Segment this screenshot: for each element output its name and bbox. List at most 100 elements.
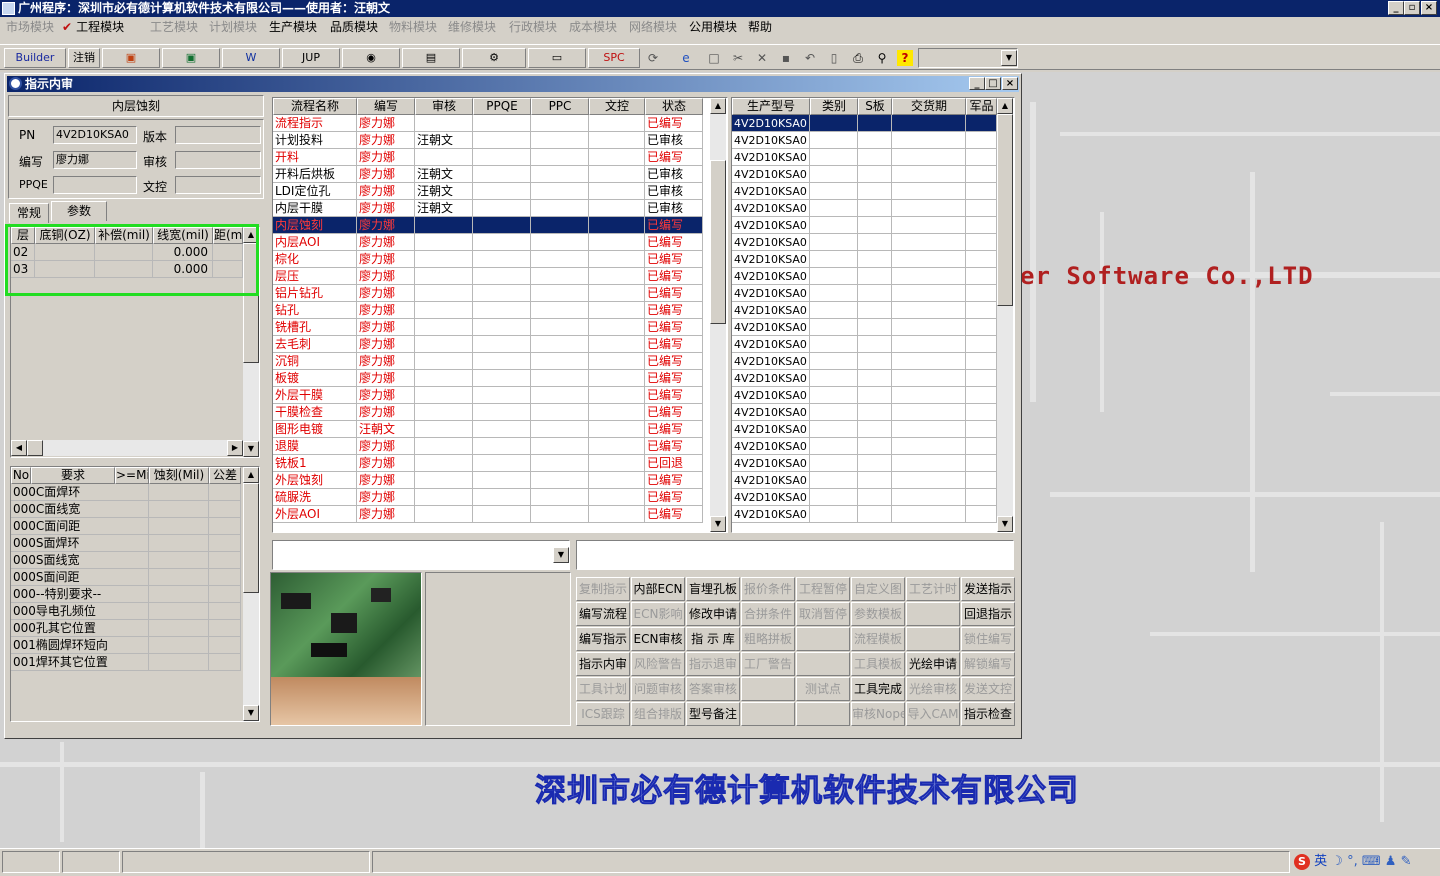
- process-cell[interactable]: 已编写: [645, 387, 703, 404]
- model-cell[interactable]: [892, 319, 966, 336]
- writer-field[interactable]: 廖力娜: [53, 151, 137, 169]
- moon-icon[interactable]: ☽: [1331, 854, 1343, 869]
- model-row[interactable]: 4V2D10KSA0: [732, 132, 997, 149]
- grid-header[interactable]: 军品: [966, 98, 997, 115]
- model-row[interactable]: 4V2D10KSA0: [732, 183, 997, 200]
- process-vscroll[interactable]: ▲ ▼: [710, 98, 726, 532]
- model-cell[interactable]: [892, 302, 966, 319]
- action-button[interactable]: 答案审核: [686, 677, 740, 701]
- process-cell[interactable]: 外层AOI: [273, 506, 357, 523]
- process-cell[interactable]: 计划投料: [273, 132, 357, 149]
- window-minimize-button[interactable]: _: [969, 77, 985, 90]
- model-cell[interactable]: [892, 166, 966, 183]
- requirement-cell[interactable]: [115, 484, 149, 501]
- requirement-cell[interactable]: [209, 620, 241, 637]
- process-cell[interactable]: [589, 421, 645, 438]
- scroll-down-icon[interactable]: ▼: [710, 516, 726, 532]
- model-cell[interactable]: [858, 166, 892, 183]
- process-row[interactable]: 内层蚀刻 廖力娜 已编写: [273, 217, 710, 234]
- model-cell[interactable]: 4V2D10KSA0: [732, 489, 810, 506]
- grid-header[interactable]: 审核: [415, 98, 473, 115]
- requirement-cell[interactable]: [209, 569, 241, 586]
- process-cell[interactable]: 板镀: [273, 370, 357, 387]
- scroll-down-icon[interactable]: ▼: [243, 441, 259, 457]
- process-cell[interactable]: 廖力娜: [357, 455, 415, 472]
- model-cell[interactable]: [810, 183, 858, 200]
- process-cell[interactable]: [415, 353, 473, 370]
- user-icon[interactable]: ♟: [1385, 854, 1397, 869]
- model-row[interactable]: 4V2D10KSA0: [732, 319, 997, 336]
- process-cell[interactable]: [589, 234, 645, 251]
- requirement-vscroll[interactable]: ▲ ▼: [243, 467, 259, 721]
- requirement-row[interactable]: 001焊环其它位置: [11, 654, 243, 671]
- grid-header[interactable]: PPQE: [473, 98, 531, 115]
- model-cell[interactable]: [810, 285, 858, 302]
- action-button[interactable]: 型号备注: [686, 702, 740, 726]
- parameter-hscroll[interactable]: ◀ ▶: [11, 440, 243, 456]
- model-cell[interactable]: [966, 353, 997, 370]
- process-cell[interactable]: 廖力娜: [357, 183, 415, 200]
- ime-mode[interactable]: 英: [1314, 854, 1327, 869]
- process-cell[interactable]: [415, 251, 473, 268]
- logout-button[interactable]: 注销: [68, 48, 100, 68]
- requirement-row[interactable]: 001椭圆焊环短向: [11, 637, 243, 654]
- model-cell[interactable]: [892, 251, 966, 268]
- requirement-cell[interactable]: [209, 637, 241, 654]
- process-cell[interactable]: 图形电镀: [273, 421, 357, 438]
- review-field[interactable]: [175, 151, 261, 169]
- process-cell[interactable]: 退膜: [273, 438, 357, 455]
- process-cell[interactable]: [473, 200, 531, 217]
- model-cell[interactable]: [858, 319, 892, 336]
- requirement-cell[interactable]: [149, 620, 209, 637]
- model-cell[interactable]: [810, 217, 858, 234]
- model-row[interactable]: 4V2D10KSA0: [732, 370, 997, 387]
- action-button[interactable]: 合拼条件: [741, 602, 795, 626]
- process-cell[interactable]: 层压: [273, 268, 357, 285]
- model-cell[interactable]: 4V2D10KSA0: [732, 438, 810, 455]
- process-cell[interactable]: [415, 489, 473, 506]
- requirement-cell[interactable]: [209, 603, 241, 620]
- process-cell[interactable]: 廖力娜: [357, 217, 415, 234]
- requirement-cell[interactable]: 000导电孔频位: [11, 603, 115, 620]
- process-cell[interactable]: 廖力娜: [357, 268, 415, 285]
- model-cell[interactable]: 4V2D10KSA0: [732, 319, 810, 336]
- hscroll-thumb[interactable]: [27, 440, 43, 456]
- model-cell[interactable]: [810, 302, 858, 319]
- process-cell[interactable]: [415, 336, 473, 353]
- process-cell[interactable]: [589, 302, 645, 319]
- requirement-cell[interactable]: [115, 654, 149, 671]
- model-cell[interactable]: [892, 489, 966, 506]
- model-cell[interactable]: [892, 285, 966, 302]
- process-cell[interactable]: 已编写: [645, 268, 703, 285]
- process-cell[interactable]: [473, 472, 531, 489]
- requirement-row[interactable]: 000C面间距: [11, 518, 243, 535]
- process-cell[interactable]: [473, 234, 531, 251]
- process-cell[interactable]: 已编写: [645, 217, 703, 234]
- action-button[interactable]: 修改申请: [686, 602, 740, 626]
- process-cell[interactable]: [589, 506, 645, 523]
- process-cell[interactable]: [415, 387, 473, 404]
- process-cell[interactable]: [589, 132, 645, 149]
- model-cell[interactable]: [966, 115, 997, 132]
- new-file-icon[interactable]: □: [706, 50, 722, 66]
- grid-header[interactable]: PPC: [531, 98, 589, 115]
- process-cell[interactable]: 已审核: [645, 166, 703, 183]
- model-cell[interactable]: [858, 438, 892, 455]
- model-cell[interactable]: [810, 472, 858, 489]
- grid-header[interactable]: 编写: [357, 98, 415, 115]
- requirement-row[interactable]: 000S面间距: [11, 569, 243, 586]
- process-row[interactable]: 干膜检查 廖力娜 已编写: [273, 404, 710, 421]
- process-cell[interactable]: [415, 302, 473, 319]
- pn-field[interactable]: 4V2D10KSA0: [53, 126, 137, 144]
- menu-item[interactable]: 网络模块: [629, 17, 677, 37]
- process-row[interactable]: 铣板1 廖力娜 已回退: [273, 455, 710, 472]
- process-cell[interactable]: [589, 251, 645, 268]
- model-cell[interactable]: [858, 353, 892, 370]
- requirement-cell[interactable]: [149, 552, 209, 569]
- process-cell[interactable]: [473, 268, 531, 285]
- process-cell[interactable]: 已编写: [645, 489, 703, 506]
- model-cell[interactable]: [892, 149, 966, 166]
- model-row[interactable]: 4V2D10KSA0: [732, 472, 997, 489]
- model-cell[interactable]: [810, 166, 858, 183]
- process-cell[interactable]: [589, 404, 645, 421]
